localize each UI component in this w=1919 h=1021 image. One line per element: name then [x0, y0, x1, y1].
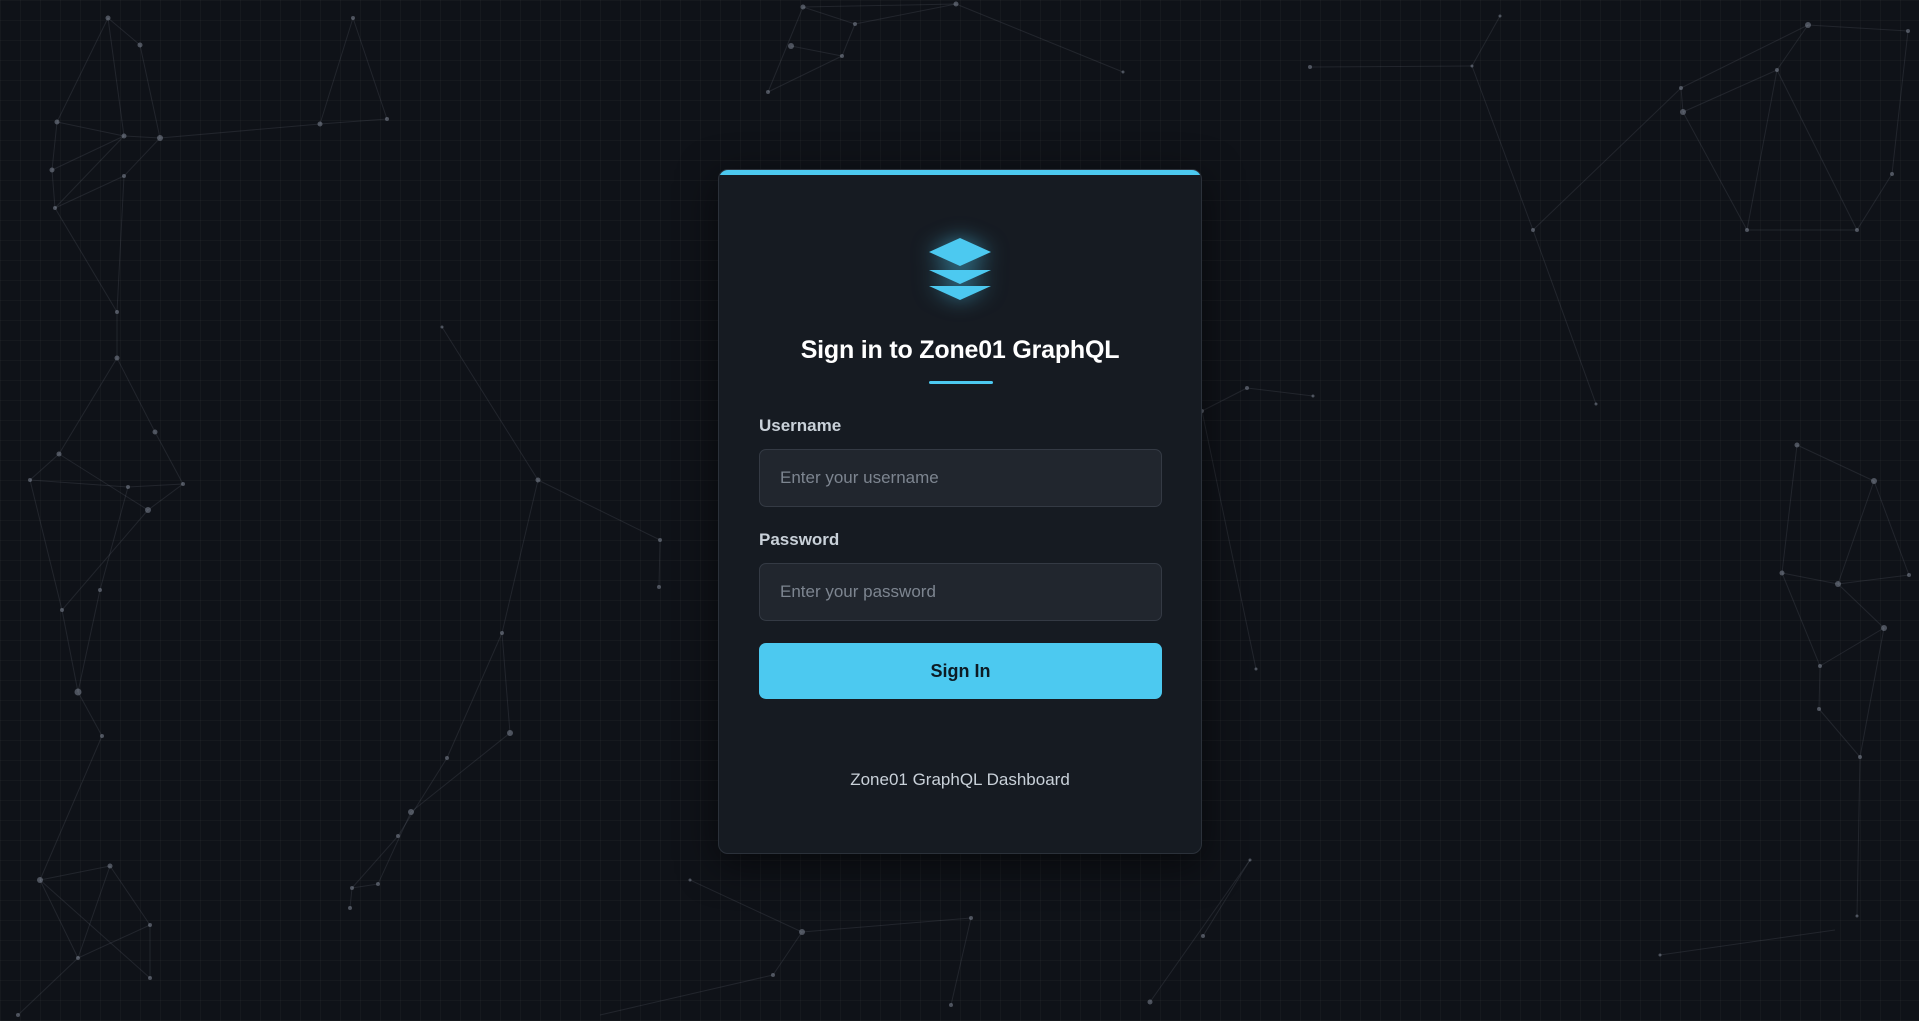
- card-accent-bar: [719, 170, 1201, 175]
- layers-icon: [929, 238, 991, 300]
- login-card: Sign in to Zone01 GraphQL Username Passw…: [718, 169, 1202, 854]
- title-underline: [929, 381, 993, 384]
- password-label: Password: [759, 530, 840, 549]
- password-input[interactable]: [759, 563, 1162, 621]
- login-page: Sign in to Zone01 GraphQL Username Passw…: [0, 0, 1919, 1021]
- username-label: Username: [759, 416, 842, 435]
- page-title: Sign in to Zone01 GraphQL: [800, 336, 1120, 364]
- footer-text: Zone01 GraphQL Dashboard: [850, 770, 1070, 789]
- username-input[interactable]: [759, 449, 1162, 507]
- sign-in-button[interactable]: Sign In: [759, 643, 1162, 699]
